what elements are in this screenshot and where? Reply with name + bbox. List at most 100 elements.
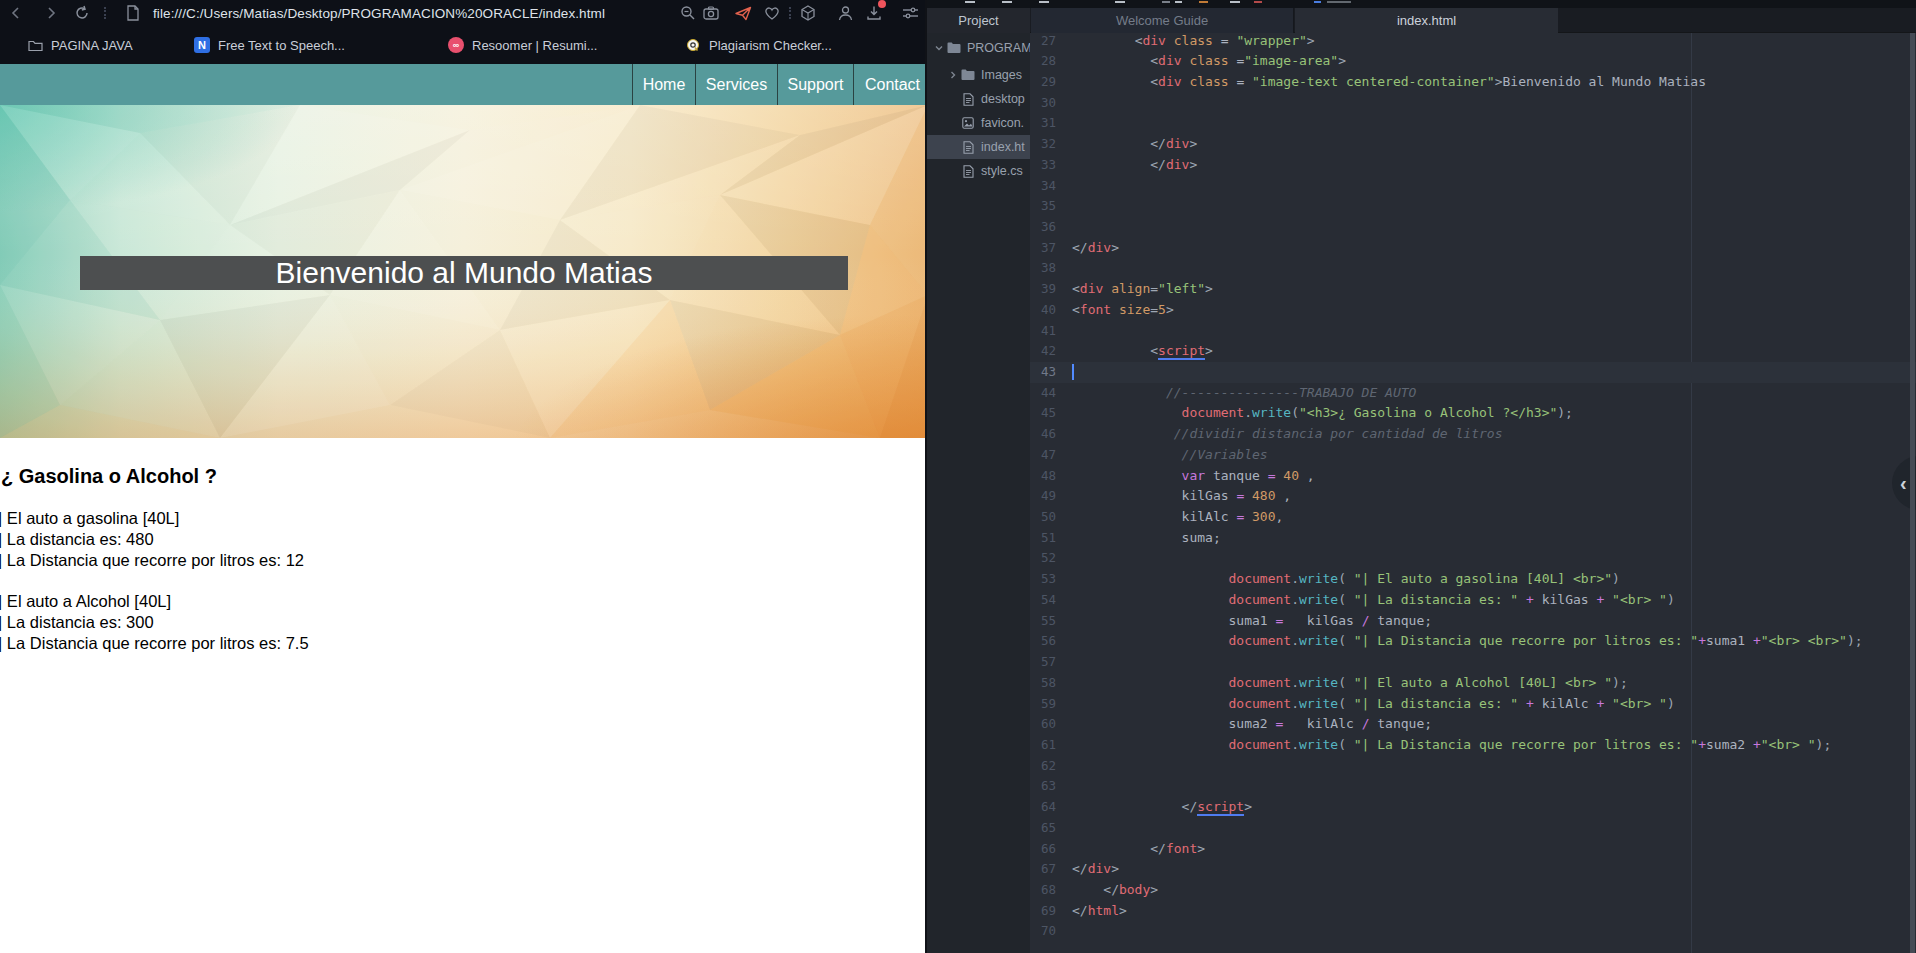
window-behind-artifact: [1002, 1, 1012, 3]
code-text: document.write( "| La Distancia que reco…: [1072, 633, 1863, 648]
editor-line-45[interactable]: 45 document.write("<h3>¿ Gasolina o Alco…: [1030, 403, 1916, 424]
page-body-text: | El auto a gasolina [40L]| La distancia…: [0, 508, 309, 654]
editor-line-58[interactable]: 58 document.write( "| El auto a Alcohol …: [1030, 673, 1916, 694]
editor-line-61[interactable]: 61 document.write( "| La Distancia que r…: [1030, 735, 1916, 756]
editor-line-52[interactable]: 52: [1030, 548, 1916, 569]
editor-line-48[interactable]: 48 var tanque = 40 ,: [1030, 466, 1916, 487]
editor-line-36[interactable]: 36: [1030, 217, 1916, 238]
window-behind-artifact: [1175, 1, 1182, 3]
line-number: 64: [1030, 797, 1056, 818]
editor-line-39[interactable]: 39<div align="left">: [1030, 279, 1916, 300]
profile-person-icon[interactable]: [835, 3, 855, 23]
nav-button-services[interactable]: Services: [695, 64, 777, 105]
editor-line-29[interactable]: 29 <div class = "image-text centered-con…: [1030, 72, 1916, 93]
editor-line-66[interactable]: 66 </font>: [1030, 839, 1916, 860]
line-number: 32: [1030, 134, 1056, 155]
bookmark-item[interactable]: PAGINA JAVA: [28, 26, 133, 64]
forward-icon[interactable]: [41, 3, 61, 23]
bookmark-item[interactable]: Plagiarism Checker...: [686, 26, 832, 64]
document-icon[interactable]: [123, 3, 143, 23]
url-text[interactable]: file:///C:/Users/Matias/Desktop/PROGRAMA…: [153, 0, 605, 26]
line-number: 35: [1030, 196, 1056, 217]
editor-line-60[interactable]: 60 suma2 = kilAlc / tanque;: [1030, 714, 1916, 735]
code-text: <div align="left">: [1072, 281, 1213, 296]
editor-line-42[interactable]: 42 <script>: [1030, 341, 1916, 362]
editor-line-62[interactable]: 62: [1030, 756, 1916, 777]
refresh-icon[interactable]: [72, 3, 92, 23]
code-editor[interactable]: 27 <div class = "wrapper">28 <div class …: [1030, 33, 1916, 953]
bookmark-label: Resoomer | Resumi...: [472, 38, 597, 53]
editor-line-40[interactable]: 40<font size=5>: [1030, 300, 1916, 321]
tab-welcome-guide[interactable]: Welcome Guide: [1031, 8, 1294, 33]
download-badge: [878, 0, 886, 8]
back-icon[interactable]: [6, 3, 26, 23]
nav-button-support[interactable]: Support: [777, 64, 853, 105]
folder-icon: [946, 42, 962, 54]
editor-line-55[interactable]: 55 suma1 = kilGas / tanque;: [1030, 611, 1916, 632]
line-number: 55: [1030, 611, 1056, 632]
code-text: </script>: [1072, 799, 1252, 814]
code-text: suma;: [1072, 530, 1221, 545]
editor-line-56[interactable]: 56 document.write( "| La Distancia que r…: [1030, 631, 1916, 652]
editor-line-68[interactable]: 68 </body>: [1030, 880, 1916, 901]
editor-line-44[interactable]: 44 //---------------TRABAJO DE AUTO: [1030, 383, 1916, 404]
editor-line-49[interactable]: 49 kilGas = 480 ,: [1030, 486, 1916, 507]
tab-index-html[interactable]: index.html: [1295, 8, 1558, 33]
tree-item-favicon[interactable]: favicon.: [927, 111, 1030, 135]
tree-item-images[interactable]: Images: [927, 63, 1030, 87]
editor-line-69[interactable]: 69</html>: [1030, 901, 1916, 922]
tree-item-program[interactable]: PROGRAM: [927, 36, 1030, 60]
editor-line-64[interactable]: 64 </script>: [1030, 797, 1916, 818]
tree-item-desktop[interactable]: desktop: [927, 87, 1030, 111]
line-number: 33: [1030, 155, 1056, 176]
flow-paperplane-icon[interactable]: [733, 3, 753, 23]
editor-line-65[interactable]: 65: [1030, 818, 1916, 839]
code-text: </div>: [1072, 157, 1197, 172]
editor-line-30[interactable]: 30: [1030, 93, 1916, 114]
folder-icon: [960, 69, 976, 81]
editor-line-53[interactable]: 53 document.write( "| El auto a gasolina…: [1030, 569, 1916, 590]
editor-scrollbar[interactable]: [1910, 33, 1915, 953]
editor-line-43[interactable]: 43: [1030, 362, 1916, 383]
editor-line-50[interactable]: 50 kilAlc = 300,: [1030, 507, 1916, 528]
editor-line-54[interactable]: 54 document.write( "| La distancia es: "…: [1030, 590, 1916, 611]
editor-line-63[interactable]: 63: [1030, 776, 1916, 797]
bookmark-item[interactable]: ∞Resoomer | Resumi...: [448, 26, 597, 64]
line-number: 50: [1030, 507, 1056, 528]
editor-line-37[interactable]: 37</div>: [1030, 238, 1916, 259]
editor-line-31[interactable]: 31: [1030, 113, 1916, 134]
editor-line-51[interactable]: 51 suma;: [1030, 528, 1916, 549]
tree-item-label: PROGRAM: [967, 41, 1030, 55]
extensions-cube-icon[interactable]: [798, 3, 818, 23]
bookmark-item[interactable]: NFree Text to Speech...: [194, 26, 345, 64]
downloads-icon[interactable]: [864, 3, 884, 23]
file-icon: [960, 141, 976, 154]
settings-sliders-icon[interactable]: [900, 3, 920, 23]
editor-line-59[interactable]: 59 document.write( "| La distancia es: "…: [1030, 694, 1916, 715]
editor-line-28[interactable]: 28 <div class ="image-area">: [1030, 51, 1916, 72]
editor-line-35[interactable]: 35: [1030, 196, 1916, 217]
editor-line-27[interactable]: 27 <div class = "wrapper">: [1030, 33, 1916, 51]
tree-item-indexht[interactable]: index.ht: [927, 135, 1030, 159]
editor-line-38[interactable]: 38: [1030, 258, 1916, 279]
tree-item-stylecs[interactable]: style.cs: [927, 159, 1030, 183]
window-behind-artifact: [1254, 1, 1262, 3]
snapshot-camera-icon[interactable]: [701, 3, 721, 23]
editor-line-32[interactable]: 32 </div>: [1030, 134, 1916, 155]
nav-button-home[interactable]: Home: [632, 64, 695, 105]
editor-line-34[interactable]: 34: [1030, 176, 1916, 197]
favorites-heart-icon[interactable]: [762, 3, 782, 23]
search-zoom-icon[interactable]: [678, 3, 698, 23]
editor-line-47[interactable]: 47 //Variables: [1030, 445, 1916, 466]
editor-line-33[interactable]: 33 </div>: [1030, 155, 1916, 176]
editor-line-70[interactable]: 70: [1030, 921, 1916, 942]
editor-line-41[interactable]: 41: [1030, 321, 1916, 342]
code-text: </div>: [1072, 136, 1197, 151]
output-line: [0, 570, 309, 591]
editor-line-46[interactable]: 46 //dividir distancia por cantidad de l…: [1030, 424, 1916, 445]
editor-line-67[interactable]: 67</div>: [1030, 859, 1916, 880]
nav-button-contact[interactable]: Contact: [853, 64, 931, 105]
project-panel-tab[interactable]: Project: [927, 8, 1030, 33]
editor-line-57[interactable]: 57: [1030, 652, 1916, 673]
code-text: <script>: [1072, 343, 1213, 358]
